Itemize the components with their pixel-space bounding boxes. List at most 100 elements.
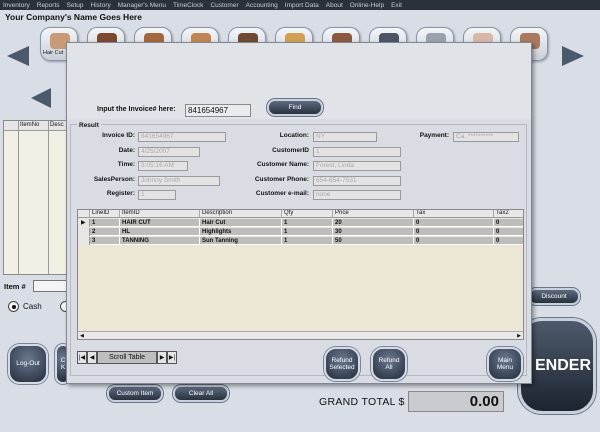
table-navigator: |◀ ◀ Scroll Table ▶ ▶| <box>77 351 177 364</box>
customer-phone-label: Customer Phone: <box>254 176 309 183</box>
menu-item-inventory[interactable]: Inventory <box>3 2 30 9</box>
time-field: 3:05:16 AM <box>138 161 188 171</box>
sale-items-grid[interactable]: ItemNo Desc <box>3 120 68 275</box>
table-cell-itemid: TANNING <box>120 237 200 245</box>
scroll-table-label: Scroll Table <box>97 351 157 364</box>
table-header-qty[interactable]: Qty <box>282 210 333 218</box>
table-cell-tax2: 0 <box>494 237 523 245</box>
nav-next-button[interactable]: ▶ <box>157 351 167 364</box>
table-cell-qty: 1 <box>282 237 333 245</box>
table-header-price[interactable]: Price <box>333 210 414 218</box>
menu-item-timeclock[interactable]: TimeClock <box>173 2 203 9</box>
customer-phone-field: 654-654-7531 <box>313 176 401 186</box>
customer-id-label: CustomerID <box>272 147 309 154</box>
table-header-itemid[interactable]: ItemID <box>120 210 200 218</box>
invoice-id-field: 841654967 <box>138 132 226 142</box>
menu-item-customer[interactable]: Customer <box>210 2 238 9</box>
table-cell-description: Highlights <box>200 228 282 236</box>
table-header-tax2[interactable]: Tax2 <box>494 210 523 218</box>
table-cell-lineid: 3 <box>90 237 120 245</box>
register-field: 1 <box>138 190 176 200</box>
refund-all-button[interactable]: Refund All <box>371 347 407 381</box>
menu-item-manager-s-menu[interactable]: Manager's Menu <box>118 2 166 9</box>
table-cell-lineid: 1 <box>90 219 120 227</box>
invoice-id-label: Invoice ID: <box>102 132 135 139</box>
invoice-lines-table[interactable]: ◀ ▶ LineID ItemID Description Qty Price Tax Ta… <box>77 209 524 340</box>
nav-last-button[interactable]: ▶| <box>167 351 177 364</box>
grid-header-itemno: ItemNo <box>20 122 40 128</box>
table-row[interactable]: ▶ 1 HAIR CUT Hair Cut 1 20 0 0 <box>78 219 523 227</box>
customer-email-field: none <box>313 190 401 200</box>
table-corner <box>78 210 90 218</box>
menu-item-online-help[interactable]: Online-Help <box>350 2 384 9</box>
time-label: Time: <box>117 161 135 168</box>
find-button[interactable]: Find <box>267 99 323 116</box>
menu-item-exit[interactable]: Exit <box>391 2 402 9</box>
category-prev-arrow-icon[interactable] <box>7 46 29 66</box>
menu-item-history[interactable]: History <box>91 2 111 9</box>
table-row[interactable]: 2 HL Highlights 1 30 0 0 <box>78 228 523 236</box>
discount-button[interactable]: Discount <box>528 288 580 305</box>
table-header-lineid[interactable]: LineID <box>90 210 120 218</box>
current-row-indicator-icon[interactable]: ▶ <box>78 219 90 227</box>
table-cell-tax: 0 <box>414 228 494 236</box>
table-header-description[interactable]: Description <box>200 210 282 218</box>
payment-field: Ca. ********** <box>453 132 519 142</box>
table-header-tax[interactable]: Tax <box>414 210 494 218</box>
table-cell-qty: 1 <box>282 219 333 227</box>
menu-item-setup[interactable]: Setup <box>67 2 84 9</box>
register-label: Register: <box>106 190 135 197</box>
logout-button[interactable]: Log-Out <box>8 344 48 384</box>
row-selector[interactable] <box>78 237 90 245</box>
custom-item-button[interactable]: Custom Item <box>107 385 163 402</box>
table-cell-tax: 0 <box>414 219 494 227</box>
item-number-label: Item # <box>4 282 26 291</box>
table-cell-tax2: 0 <box>494 228 523 236</box>
salesperson-label: SalesPerson: <box>93 176 135 183</box>
menu-item-import-data[interactable]: Import Data <box>285 2 319 9</box>
customer-id-field: 1 <box>313 147 401 157</box>
refund-dialog: Input the Invoice# here: 841654967 Find … <box>66 42 532 384</box>
cash-radio[interactable] <box>8 301 19 312</box>
invoice-number-input[interactable]: 841654967 <box>185 104 251 117</box>
table-cell-qty: 1 <box>282 228 333 236</box>
nav-first-button[interactable]: |◀ <box>77 351 87 364</box>
nav-prev-button[interactable]: ◀ <box>87 351 97 364</box>
table-cell-tax: 0 <box>414 237 494 245</box>
table-cell-price: 50 <box>333 237 414 245</box>
table-cell-description: Hair Cut <box>200 219 282 227</box>
location-label: Location: <box>279 132 309 139</box>
cash-label: Cash <box>23 302 42 311</box>
result-label: Result <box>77 122 101 129</box>
date-label: Date: <box>118 147 135 154</box>
company-name: Your Company's Name Goes Here <box>5 12 142 22</box>
customer-name-label: Customer Name: <box>256 161 309 168</box>
table-cell-tax2: 0 <box>494 219 523 227</box>
customer-name-field: Forest, Linda <box>313 161 401 171</box>
salesperson-field: Johnny Smith <box>138 176 220 186</box>
category-label: Hair Cut <box>43 50 64 56</box>
table-cell-lineid: 2 <box>90 228 120 236</box>
category-next-arrow-icon[interactable] <box>562 46 584 66</box>
table-cell-description: Sun Tanning <box>200 237 282 245</box>
date-field: 4/25/2007 <box>138 147 200 157</box>
customer-email-label: Customer e-mail: <box>255 190 309 197</box>
table-cell-price: 30 <box>333 228 414 236</box>
table-cell-itemid: HAIR CUT <box>120 219 200 227</box>
refund-selected-button[interactable]: Refund Selected <box>324 347 360 381</box>
table-horizontal-scrollbar[interactable]: ◀ ▶ <box>78 331 523 339</box>
menu-item-reports[interactable]: Reports <box>37 2 60 9</box>
grid-header-desc: Desc <box>50 122 64 128</box>
menu-item-about[interactable]: About <box>326 2 343 9</box>
table-row[interactable]: 3 TANNING Sun Tanning 1 50 0 0 <box>78 237 523 245</box>
payment-label: Payment: <box>419 132 449 139</box>
invoice-prompt-label: Input the Invoice# here: <box>97 106 176 113</box>
row-selector[interactable] <box>78 228 90 236</box>
table-cell-itemid: HL <box>120 228 200 236</box>
menu-item-accounting[interactable]: Accounting <box>246 2 278 9</box>
scroll-left-arrow-icon[interactable] <box>31 88 51 108</box>
location-field: NY <box>313 132 377 142</box>
table-cell-price: 20 <box>333 219 414 227</box>
main-menu-button[interactable]: Main Menu <box>487 347 523 381</box>
clear-all-button[interactable]: Clear All <box>173 385 229 402</box>
